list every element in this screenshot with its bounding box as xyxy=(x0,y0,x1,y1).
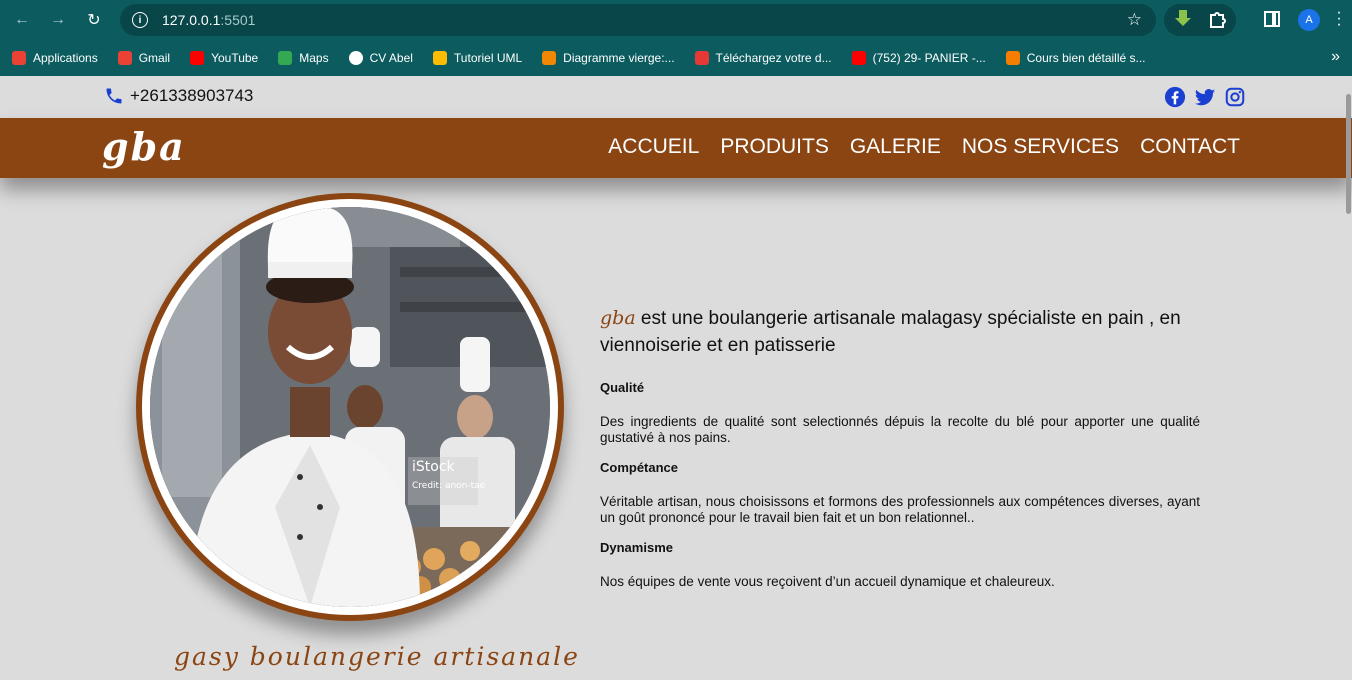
social-links xyxy=(1164,86,1246,108)
bookmark-item[interactable]: Téléchargez votre d... xyxy=(694,51,832,65)
browser-toolbar: ← → ↻ i 127.0.0.1:5501 ☆ A · · · xyxy=(0,0,1352,40)
nav-nos-services[interactable]: NOS SERVICES xyxy=(962,135,1119,159)
bookmark-item[interactable]: Maps xyxy=(278,51,329,65)
bookmark-item[interactable]: Cours bien détaillé s... xyxy=(1005,51,1146,65)
feature-text-qualite: Des ingredients de qualité sont selectio… xyxy=(600,414,1200,445)
photo-watermark: iStock xyxy=(412,459,456,475)
nav-galerie[interactable]: GALERIE xyxy=(850,135,941,159)
bookmark-label: (752) 29- PANIER -... xyxy=(872,51,986,65)
more-bookmarks-icon[interactable]: » xyxy=(1331,48,1340,66)
url-text: 127.0.0.1:5501 xyxy=(162,12,256,28)
baker-photo: iStock Credit: anon-tae xyxy=(150,207,550,607)
side-panel-icon[interactable] xyxy=(1264,11,1280,27)
bookmark-label: Gmail xyxy=(138,51,171,65)
bookmark-label: Téléchargez votre d... xyxy=(715,51,832,65)
site-info-icon[interactable]: i xyxy=(132,12,148,28)
main-nav: ACCUEIL PRODUITS GALERIE NOS SERVICES CO… xyxy=(608,135,1240,159)
nav-contact[interactable]: CONTACT xyxy=(1140,135,1240,159)
phone-icon xyxy=(106,88,122,104)
nav-produits[interactable]: PRODUITS xyxy=(720,135,829,159)
about-section: gba est une boulangerie artisanale malag… xyxy=(600,305,1200,590)
bookmark-star-icon[interactable]: ☆ xyxy=(1127,10,1142,30)
about-brand: gba xyxy=(600,307,636,329)
maps-pin-icon xyxy=(278,51,293,65)
hero-image-frame: iStock Credit: anon-tae xyxy=(136,193,564,621)
bookmark-item[interactable]: Tutoriel UML xyxy=(432,51,523,65)
about-intro-text: est une boulangerie artisanale malagasy … xyxy=(600,308,1181,356)
bookmark-label: Maps xyxy=(299,51,329,65)
feature-title-dynamisme: Dynamisme xyxy=(600,540,673,555)
contact-topbar: +261338903743 xyxy=(0,76,1352,118)
page-scrollbar[interactable] xyxy=(1346,94,1351,214)
feature-title-competance: Compétance xyxy=(600,460,679,475)
bookmark-label: YouTube xyxy=(211,51,259,65)
phone-number: +261338903743 xyxy=(130,86,254,105)
refresh-red-icon xyxy=(694,51,709,65)
bookmark-label: Applications xyxy=(33,51,98,65)
facebook-icon[interactable] xyxy=(1164,86,1186,108)
forward-arrow-icon[interactable]: → xyxy=(46,8,70,32)
baker-photo-illustration: iStock Credit: anon-tae xyxy=(150,207,550,607)
twitter-icon[interactable] xyxy=(1194,86,1216,108)
extensions-puzzle-icon[interactable] xyxy=(1208,9,1228,29)
menu-kebab-icon[interactable]: · · · xyxy=(1336,5,1342,33)
apps-grid-icon xyxy=(12,51,26,65)
address-bar[interactable]: i 127.0.0.1:5501 ☆ xyxy=(120,4,1156,36)
globe-icon xyxy=(348,51,363,65)
about-intro: gba est une boulangerie artisanale malag… xyxy=(600,305,1200,359)
bookmark-label: Tutoriel UML xyxy=(453,51,523,65)
bookmark-item[interactable]: CV Abel xyxy=(348,51,413,65)
photo-credit: Credit: anon-tae xyxy=(412,481,486,491)
dots-icon xyxy=(432,51,447,65)
youtube-icon xyxy=(851,51,866,65)
youtube-icon xyxy=(190,51,205,65)
bookmark-item[interactable]: Applications xyxy=(12,51,98,65)
bookmark-label: Diagramme vierge:... xyxy=(563,51,675,65)
phone-contact[interactable]: +261338903743 xyxy=(104,86,253,106)
diagram-icon xyxy=(542,51,557,65)
bookmarks-bar: Applications Gmail YouTube Maps CV Abel Tutor… xyxy=(0,40,1352,76)
bookmark-label: CV Abel xyxy=(369,51,413,65)
nav-accueil[interactable]: ACCUEIL xyxy=(608,135,699,159)
profile-avatar[interactable]: A xyxy=(1298,9,1320,31)
gmail-icon xyxy=(117,51,132,65)
bookmark-item[interactable]: Gmail xyxy=(117,51,171,65)
feature-text-dynamisme: Nos équipes de vente vous reçoivent d’un… xyxy=(600,574,1055,589)
site-logo[interactable]: gba xyxy=(102,124,186,169)
web-page: +261338903743 gba ACCUEIL PRODUITS GALER… xyxy=(0,76,1352,680)
feature-text-competance: Véritable artisan, nous choisissons et f… xyxy=(600,494,1200,525)
site-header: gba ACCUEIL PRODUITS GALERIE NOS SERVICE… xyxy=(0,118,1352,178)
feature-title-qualite: Qualité xyxy=(600,380,645,395)
bookmark-item[interactable]: YouTube xyxy=(190,51,258,65)
hero-tagline: gasy boulangerie artisanale xyxy=(174,642,580,671)
back-arrow-icon[interactable]: ← xyxy=(10,8,34,32)
blogger-icon xyxy=(1005,51,1020,65)
bookmark-label: Cours bien détaillé s... xyxy=(1026,51,1146,65)
bookmark-item[interactable]: (752) 29- PANIER -... xyxy=(851,51,986,65)
reload-icon[interactable]: ↻ xyxy=(82,8,106,32)
download-arrow-icon[interactable] xyxy=(1174,9,1192,29)
instagram-icon[interactable] xyxy=(1224,86,1246,108)
bookmark-item[interactable]: Diagramme vierge:... xyxy=(542,51,675,65)
